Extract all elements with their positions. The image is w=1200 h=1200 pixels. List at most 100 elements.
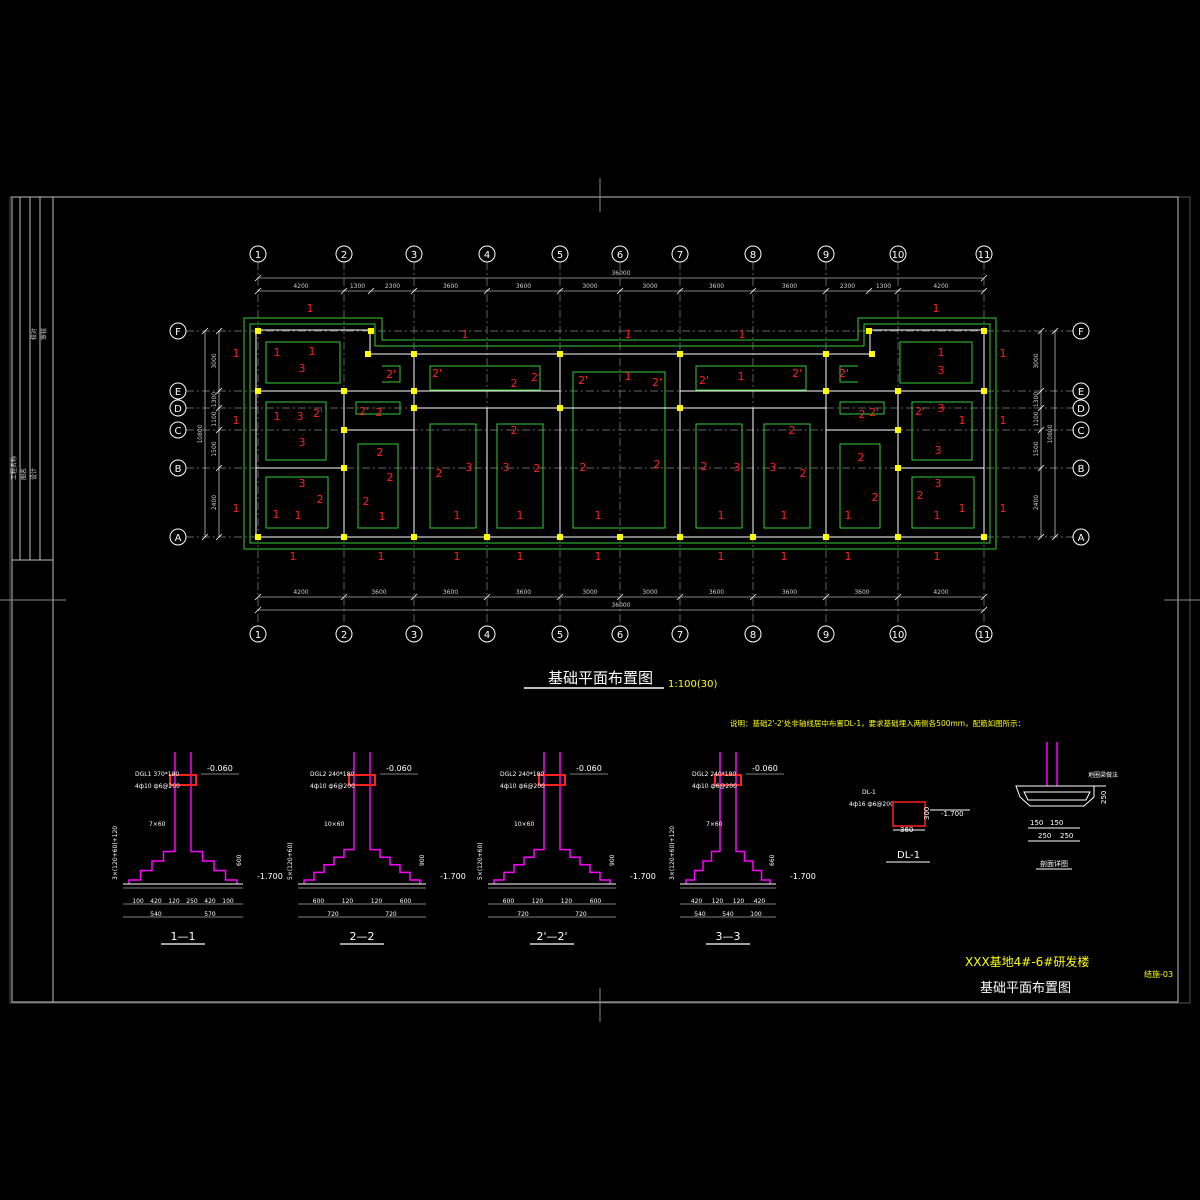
axis-label: 7: [677, 630, 683, 641]
dl1-height: 300: [923, 807, 931, 820]
dim-right: 3000: [1033, 353, 1040, 368]
titleblock-line-3: 设计: [30, 468, 38, 480]
axis-label: 6: [617, 630, 623, 641]
section-dim: 120: [532, 898, 544, 905]
foundation-mark: 2': [432, 367, 442, 380]
column: [895, 465, 901, 471]
section-dim2: 720: [517, 911, 529, 918]
dim-top: 3600: [709, 283, 724, 290]
column: [411, 351, 417, 357]
column: [255, 328, 261, 334]
columns: [255, 328, 987, 540]
section-dim: 120: [342, 898, 354, 905]
axis-label: F: [175, 327, 181, 338]
dim-top: 3600: [782, 283, 797, 290]
foundation-mark: 3: [734, 461, 741, 474]
foundation-mark: 3: [466, 461, 473, 474]
foundation-mark: 1: [309, 345, 316, 358]
foundation-mark: 2': [531, 371, 541, 384]
dim-right: 1100: [1033, 411, 1040, 426]
foundation-mark: 1: [718, 509, 725, 522]
dim-top: 2300: [840, 283, 855, 290]
axis-label: B: [175, 464, 182, 475]
foundation-mark: 1: [718, 550, 725, 563]
axis-label: 8: [750, 630, 756, 641]
dim-left: 1100: [211, 411, 218, 426]
section-dim: 120: [733, 898, 745, 905]
section-depth: 900: [609, 854, 616, 866]
section-dim: 600: [400, 898, 412, 905]
foundation-mark: 2: [859, 408, 866, 421]
foundation-mark: 2: [580, 461, 587, 474]
column: [341, 427, 347, 433]
drawing-frame: [0, 178, 1200, 1022]
dl1-title: DL-1: [897, 850, 920, 861]
axis-label: C: [175, 426, 182, 437]
dim-bottom: 3600: [709, 589, 724, 596]
section-beam: DGL2 240*180: [692, 771, 736, 778]
detail2-dim-2: 150: [1050, 819, 1063, 827]
dl1-rebar: 4ф16 ф6@200: [849, 801, 894, 808]
titleblock-line-5: 审核: [40, 328, 48, 340]
section-dim2: 720: [575, 911, 587, 918]
foundation-mark: 2: [872, 491, 879, 504]
section-height: 3×(120+60)+120: [669, 826, 676, 880]
dl1-elev: -1.700: [941, 810, 964, 818]
section-dim: 100: [222, 898, 234, 905]
section-dim: 120: [712, 898, 724, 905]
axis-label: 6: [617, 250, 623, 261]
foundation-mark: 1: [517, 550, 524, 563]
column: [869, 351, 875, 357]
axis-label: 1: [255, 250, 261, 261]
axis-label: C: [1078, 426, 1085, 437]
section-rebar: 4ф10 ф6@200: [500, 783, 545, 790]
column: [411, 388, 417, 394]
dim-bottom: 3600: [371, 589, 386, 596]
column: [895, 388, 901, 394]
foundation-mark: 2': [359, 405, 369, 418]
column: [365, 351, 371, 357]
section-elev-top: -0.060: [576, 764, 602, 773]
section-height: 3×(120+60)+120: [112, 826, 119, 880]
column: [484, 534, 490, 540]
column: [823, 388, 829, 394]
axis-label: 5: [557, 250, 563, 261]
foundation-mark: 1: [1000, 347, 1007, 360]
foundation-mark: 1: [233, 347, 240, 360]
axis-label: A: [175, 533, 182, 544]
section-dim: 600: [503, 898, 515, 905]
foundation-mark: 3: [770, 461, 777, 474]
column: [750, 534, 756, 540]
section-details: DGL1 370*180 4ф10 ф6@200 -0.060 -1.700 7×60 3…: [112, 752, 816, 945]
axis-label: 8: [750, 250, 756, 261]
section-dim2: 540: [150, 911, 162, 918]
dim-left: 1500: [211, 441, 218, 456]
dl1-beam: [892, 801, 926, 827]
titleblock-line-4: 校对: [30, 328, 38, 340]
section-beam: DGL2 240*180: [310, 771, 354, 778]
foundation-mark: 2: [436, 467, 443, 480]
title-block-labels: 工程名称 图名 设计 校对 审核: [10, 328, 48, 480]
axis-label: 3: [411, 630, 417, 641]
column: [368, 328, 374, 334]
foundation-mark: 3: [503, 461, 510, 474]
dim-left: 2400: [211, 495, 218, 510]
foundation-mark: 1: [295, 509, 302, 522]
sheet-title: 基础平面布置图: [980, 981, 1071, 996]
foundation-mark: 1: [959, 414, 966, 427]
foundation-mark: 2: [511, 377, 518, 390]
dim-top: 3600: [516, 283, 531, 290]
foundation-mark: 1: [625, 370, 632, 383]
foundation-mark: 1: [739, 328, 746, 341]
section-dim2: 540: [722, 911, 734, 918]
foundation-mark: 2': [578, 374, 588, 387]
section-dim: 100: [132, 898, 144, 905]
section-dim2: 720: [327, 911, 339, 918]
dl1-width: 360: [900, 826, 913, 834]
column: [557, 351, 563, 357]
column: [255, 388, 261, 394]
foundation-mark: 1: [462, 328, 469, 341]
section-beam: DGL1 370*180: [135, 771, 179, 778]
project-name: XXX基地4#-6#研发楼: [965, 954, 1089, 969]
dim-bottom: 4200: [933, 589, 948, 596]
